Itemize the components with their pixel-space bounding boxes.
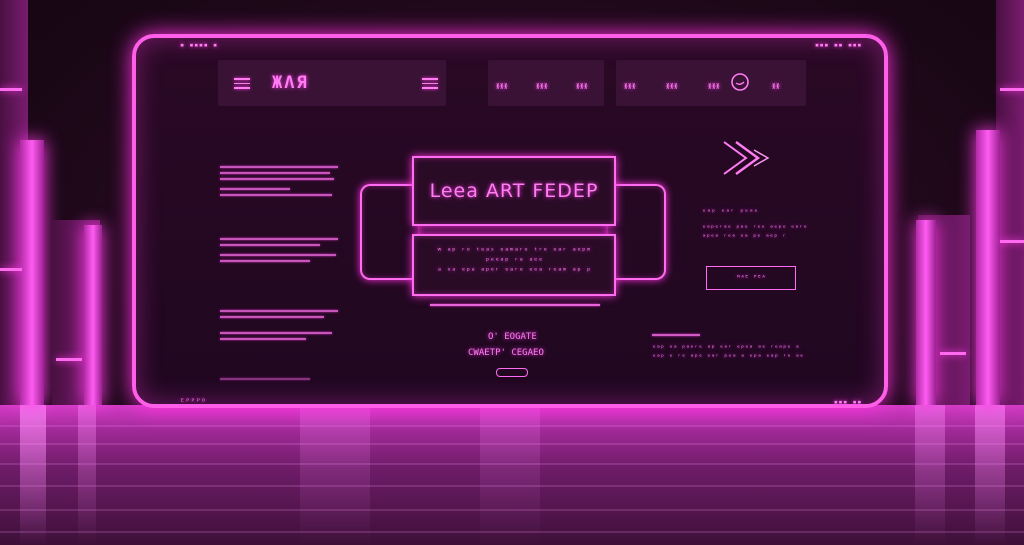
hero-small-button[interactable] xyxy=(496,368,528,377)
screen-panel: ▪ ▪▪▪▪ ▪ ▪▪▪ ▪▪ ▪▪▪ ЖΛЯ ᚕᚕᚕ ᚕᚕᚕ ᚕᚕᚕ ᚕᚕᚕ … xyxy=(132,34,888,408)
logo[interactable]: ЖΛЯ xyxy=(272,73,309,93)
right-pillar xyxy=(976,130,1000,405)
circle-icon[interactable] xyxy=(730,72,750,92)
menu-icon[interactable] xyxy=(234,78,250,89)
left-pillar xyxy=(20,140,44,405)
header-nav: ЖΛЯ xyxy=(218,60,446,106)
neon-strip xyxy=(1000,240,1024,243)
hero-body: ʷ ᵃᵖ ʳᵉ ᵗᵉᵃˢ ᵉᵃᵐᵃʳᵉ ᵗʳᵉ ᵉᵃʳ ᵃᵉᵖᵐ ᵖᵉᵉᵃᵖ ʳ… xyxy=(436,246,592,275)
nav-item[interactable]: ᚕᚕᚕ xyxy=(666,82,678,90)
neon-strip xyxy=(1000,88,1024,91)
nav-group-1: ᚕᚕᚕ ᚕᚕᚕ ᚕᚕᚕ xyxy=(488,60,604,106)
neon-strip xyxy=(56,358,82,361)
nav-item[interactable]: ᚕᚕᚕ xyxy=(536,82,548,90)
hero-caption-1: O' EOGATE xyxy=(488,332,537,342)
hero-divider xyxy=(430,304,600,306)
neon-strip xyxy=(940,352,966,355)
nav-group-2: ᚕᚕᚕ ᚕᚕᚕ ᚕᚕᚕ ᚕᚕ xyxy=(616,60,806,106)
footer-left-text: ᴱᴾᴾᴾᴰ xyxy=(180,397,207,406)
top-left-micro-text: ▪ ▪▪▪▪ ▪ xyxy=(180,41,218,49)
arrow-right-icon xyxy=(723,141,770,175)
reflective-floor xyxy=(0,405,1024,545)
top-right-micro-text: ▪▪▪ ▪▪ ▪▪▪ xyxy=(814,41,862,49)
hero-title-box: Leea ART FEDEP xyxy=(412,156,616,226)
hero-bracket-left xyxy=(360,184,418,280)
right-pillar xyxy=(916,220,936,405)
hero-bracket-right xyxy=(608,184,666,280)
right-bottom-text: ᵉᵃᵖ ᵉᵃ ᵖᵃᵉʳᵉ ᵃᵖ ᵉᵃʳ ᵉᵖᵉᵃ ᵃᵉ ʳᵉᵃᵖᵉ ᵃ ᵉᵃᵖ … xyxy=(652,344,804,361)
nav-item[interactable]: ᚕᚕᚕ xyxy=(496,82,508,90)
nav-item[interactable]: ᚕᚕᚕ xyxy=(576,82,588,90)
hero-title: Leea ART FEDEP xyxy=(429,180,599,202)
menu-icon[interactable] xyxy=(422,78,438,89)
nav-item[interactable]: ᚕᚕᚕ xyxy=(708,82,720,90)
hero-caption-2: CWAETP' CEGAEO xyxy=(468,348,544,358)
right-bottom-heading xyxy=(652,334,700,336)
neon-strip xyxy=(0,88,22,91)
right-action-button[interactable]: ᴹᴬᴱ ᴾᴱᴬ xyxy=(706,266,796,290)
nav-item[interactable]: ᚕᚕᚕ xyxy=(624,82,636,90)
right-wall xyxy=(996,0,1024,405)
left-pillar xyxy=(84,225,102,405)
neon-scene: ▪ ▪▪▪▪ ▪ ▪▪▪ ▪▪ ▪▪▪ ЖΛЯ ᚕᚕᚕ ᚕᚕᚕ ᚕᚕᚕ ᚕᚕᚕ … xyxy=(0,0,1024,545)
neon-strip xyxy=(0,268,22,271)
nav-item[interactable]: ᚕᚕ xyxy=(772,82,780,90)
right-body: ᵉᵃᵖᵉʳᵃᵉ ᵖᵃᵉ ʳᵉᵉ ᵃᵉᵖᵉ ᵉᵃʳᵉ ᵃᵖᵉᵃ ʳᵉᵃ ᵉᵃ ᵖᵉ… xyxy=(702,224,808,241)
hero-body-box: ʷ ᵃᵖ ʳᵉ ᵗᵉᵃˢ ᵉᵃᵐᵃʳᵉ ᵗʳᵉ ᵉᵃʳ ᵃᵉᵖᵐ ᵖᵉᵉᵃᵖ ʳ… xyxy=(412,234,616,296)
right-heading: ᵉᵃᵖ ᵉᵃʳ ᵖᵉᵃᵉ xyxy=(702,208,759,216)
footer-right-text: ▪▪▪ ▪▪ xyxy=(833,398,862,406)
